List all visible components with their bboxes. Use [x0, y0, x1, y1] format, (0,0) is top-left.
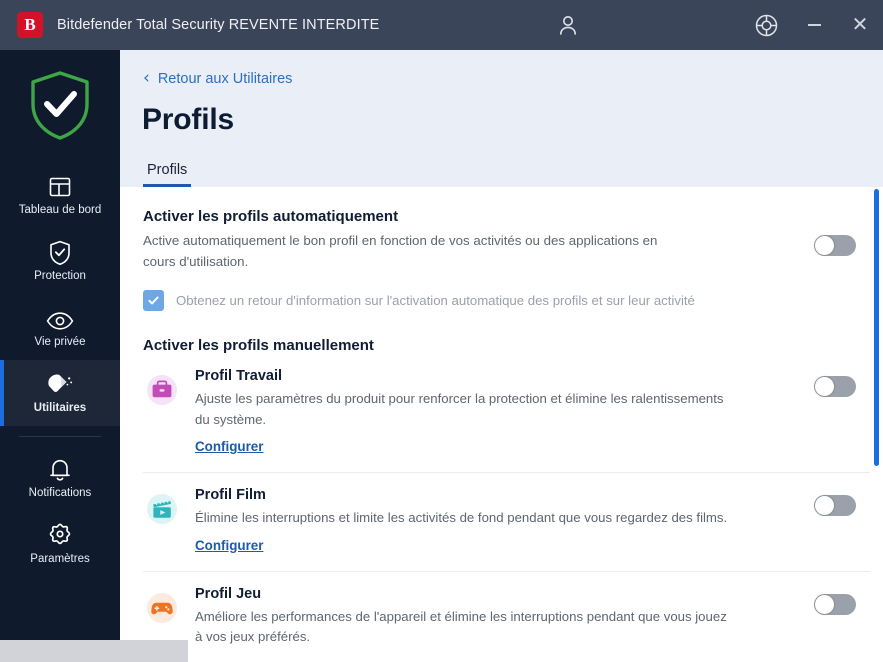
sidebar-item-label: Tableau de bord [18, 204, 102, 217]
sidebar-item-notifications[interactable]: Notifications [0, 445, 120, 511]
title-bar-controls: ✕ [543, 0, 883, 50]
app-window: B Bitdefender Total Security REVENTE INT… [0, 0, 883, 662]
taskbar-fragment [0, 640, 188, 662]
sidebar-item-label: Vie privée [34, 336, 86, 349]
page-header: ‹ Retour aux Utilitaires Profils Profils [120, 50, 883, 187]
sidebar-item-label: Utilitaires [33, 402, 87, 415]
profile-name: Profil Film [195, 487, 266, 504]
toggle-knob [815, 594, 834, 614]
sidebar-item-label: Paramètres [30, 553, 90, 566]
configure-link[interactable]: Configurer [195, 439, 263, 454]
eye-icon [46, 305, 74, 331]
bell-icon [48, 456, 72, 482]
toggle-knob [815, 496, 834, 516]
window-title: Bitdefender Total Security REVENTE INTER… [57, 17, 380, 33]
page-title: Profils [142, 103, 234, 136]
sidebar-item-label: Protection [34, 270, 86, 283]
main-panel: ‹ Retour aux Utilitaires Profils Profils… [120, 50, 883, 662]
minimize-button[interactable] [791, 0, 837, 50]
close-button[interactable]: ✕ [837, 0, 883, 50]
profile-body: Profil Jeu Améliore les performances de … [195, 585, 735, 648]
profile-row-film: Profil Film Élimine les interruptions et… [143, 473, 883, 572]
settings-scroll-area[interactable]: Activer les profils automatiquement Acti… [120, 187, 883, 662]
scrollbar-thumb[interactable] [874, 189, 879, 466]
profile-description: Ajuste les paramètres du produit pour re… [195, 391, 724, 427]
title-bar-gap [633, 0, 701, 50]
shield-check-icon [0, 50, 120, 162]
sidebar-item-label: Notifications [28, 487, 92, 500]
sidebar-item-parametres[interactable]: Paramètres [0, 511, 120, 577]
auto-profiles-title: Activer les profils automatiquement [143, 208, 399, 225]
clapperboard-play-icon [143, 490, 181, 528]
profile-name: Profil Jeu [195, 585, 262, 602]
sidebar-item-vie-privee[interactable]: Vie privée [0, 294, 120, 360]
feedback-checkbox[interactable] [143, 290, 164, 312]
profile-body: Profil Film Élimine les interruptions et… [195, 486, 727, 554]
sidebar: Tableau de bord Protection Vie privée Ut… [0, 50, 120, 640]
sidebar-item-utilitaires[interactable]: Utilitaires [0, 360, 120, 426]
feedback-checkbox-label: Obtenez un retour d'information sur l'ac… [176, 293, 695, 309]
profile-name: Profil Travail [195, 368, 283, 385]
profile-toggle-travail[interactable] [814, 376, 856, 398]
support-lifebuoy-icon[interactable] [741, 0, 791, 50]
profile-toggle-jeu[interactable] [814, 593, 856, 615]
profile-row-jeu: Profil Jeu Améliore les performances de … [143, 572, 883, 662]
tab-label: Profils [147, 162, 188, 178]
auto-profiles-toggle[interactable] [814, 235, 856, 256]
manual-profiles-title: Activer les profils manuellement [143, 337, 374, 355]
sidebar-item-protection[interactable]: Protection [0, 228, 120, 294]
gear-icon [47, 522, 73, 548]
auto-profiles-description: Active automatiquement le bon profil en … [143, 233, 658, 269]
back-to-utilities-link[interactable]: ‹ Retour aux Utilitaires [143, 70, 292, 87]
utilities-icon [45, 371, 75, 397]
feedback-checkbox-row[interactable]: Obtenez un retour d'information sur l'ac… [143, 290, 793, 312]
auto-profiles-section: Activer les profils automatiquement Acti… [143, 208, 883, 312]
account-icon[interactable] [543, 0, 593, 50]
back-link-label: Retour aux Utilitaires [157, 70, 293, 87]
tab-profils[interactable]: Profils [143, 162, 192, 187]
tab-bar: Profils [143, 162, 192, 187]
dashboard-icon [48, 173, 72, 199]
sidebar-divider [19, 436, 101, 437]
shield-icon [49, 239, 71, 266]
title-bar-artifact-a [593, 0, 633, 50]
profile-toggle-film[interactable] [814, 495, 856, 517]
title-bar-artifact-b [701, 0, 741, 50]
toggle-knob [815, 377, 834, 397]
title-bar: B Bitdefender Total Security REVENTE INT… [0, 0, 883, 50]
briefcase-icon [143, 371, 181, 409]
profile-body: Profil Travail Ajuste les paramètres du … [195, 367, 735, 456]
profile-description: Élimine les interruptions et limite les … [195, 510, 728, 526]
toggle-knob [815, 236, 834, 255]
profile-description: Améliore les performances de l'appareil … [195, 608, 727, 645]
profile-row-travail: Profil Travail Ajuste les paramètres du … [143, 354, 883, 474]
vertical-scrollbar[interactable] [870, 187, 883, 662]
configure-link[interactable]: Configurer [195, 538, 263, 553]
bitdefender-logo-icon: B [17, 12, 43, 38]
gamepad-icon [143, 589, 181, 627]
sidebar-item-tableau-de-bord[interactable]: Tableau de bord [0, 162, 120, 228]
chevron-left-icon: ‹ [143, 68, 150, 88]
